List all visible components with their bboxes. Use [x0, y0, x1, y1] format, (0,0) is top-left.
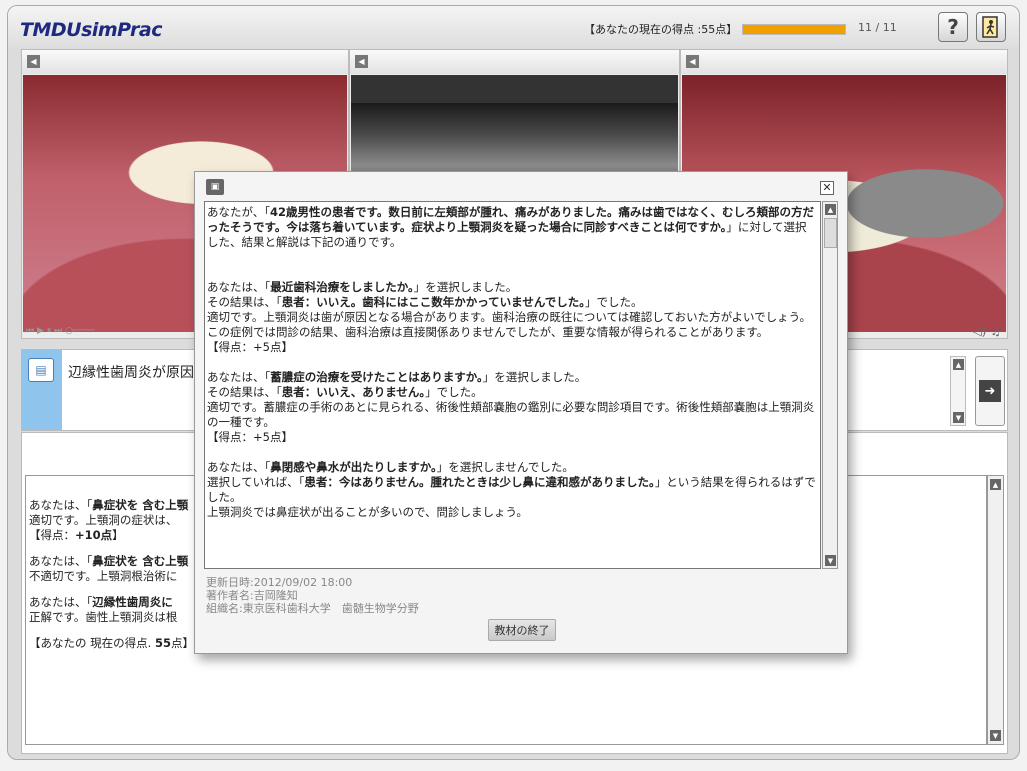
document-icon[interactable]: ▤ — [28, 358, 54, 382]
scroll-up-icon[interactable]: ▲ — [825, 204, 836, 215]
results-scrollbar[interactable]: ▲ ▼ — [987, 475, 1004, 745]
dialog-metadata: 更新日時:2012/09/02 18:00 著作者名:吉岡隆知 組織名:東京医科… — [206, 576, 419, 615]
feedback-dialog: ▣ ✕ あなたが、「42歳男性の患者です。数日前に左頬部が腫れ、痛みがありました… — [194, 171, 848, 654]
question-text: 辺縁性歯周炎が原因 — [68, 365, 194, 381]
dialog-window-icon: ▣ — [206, 179, 224, 195]
dialog-content: あなたが、「42歳男性の患者です。数日前に左頬部が腫れ、痛みがありました。痛みは… — [204, 201, 821, 569]
scroll-up-icon[interactable]: ▲ — [990, 479, 1001, 490]
dialog-item: あなたは、「蓄膿症の治療を受けたことはありますか。」を選択しました。 その結果は… — [207, 370, 815, 444]
question-icon-column: ▤ — [22, 350, 62, 430]
progress-count: 11 / 11 — [858, 21, 897, 34]
meta-author: 著作者名:吉岡隆知 — [206, 589, 298, 602]
collapse-icon[interactable]: ◀ — [355, 55, 368, 68]
close-icon[interactable]: ✕ — [820, 181, 834, 195]
scroll-down-icon[interactable]: ▼ — [953, 412, 964, 423]
panel-toolbar: ◀ — [22, 50, 348, 74]
app-window: TMDUsimPrac 【あなたの現在の得点 :55点】 11 / 11 ? ◀… — [7, 5, 1020, 760]
exit-door-icon — [982, 16, 998, 38]
dialog-text: あなたが、「42歳男性の患者です。数日前に左頬部が腫れ、痛みがありました。痛みは… — [207, 205, 817, 535]
panel-toolbar: ◀ — [350, 50, 679, 74]
panel-toolbar: ◀ — [681, 50, 1007, 74]
question-scrollbar[interactable]: ▲ ▼ — [950, 356, 966, 426]
header-bar: TMDUsimPrac 【あなたの現在の得点 :55点】 11 / 11 ? — [8, 6, 1019, 48]
volume-icon[interactable]: ◁) ♫ — [973, 324, 1001, 338]
dialog-item: あなたは、「鼻閉感や鼻水が出たりしますか。」を選択しませんでした。 選択していれ… — [207, 460, 816, 519]
score-label: 【あなたの現在の得点 :55点】 — [584, 23, 738, 36]
collapse-icon[interactable]: ◀ — [27, 55, 40, 68]
exit-button[interactable] — [976, 12, 1006, 42]
next-button[interactable]: ➜ — [975, 356, 1005, 426]
collapse-icon[interactable]: ◀ — [686, 55, 699, 68]
meta-organization: 組織名:東京医科歯科大学 歯髄生物学分野 — [206, 602, 419, 615]
meta-updated: 更新日時:2012/09/02 18:00 — [206, 576, 353, 589]
scroll-thumb[interactable] — [824, 218, 837, 248]
media-controls[interactable]: ⏮ ▶ ⏸ ⏭ ○──── — [26, 326, 95, 336]
dialog-scrollbar[interactable]: ▲ ▼ — [822, 201, 838, 569]
dialog-intro: あなたが、「42歳男性の患者です。数日前に左頬部が腫れ、痛みがありました。痛みは… — [207, 205, 814, 249]
progress-bar — [742, 24, 846, 35]
app-logo: TMDUsimPrac — [20, 19, 162, 41]
end-material-button[interactable]: 教材の終了 — [488, 619, 556, 641]
help-icon: ? — [947, 15, 959, 39]
scroll-up-icon[interactable]: ▲ — [953, 359, 964, 370]
scroll-down-icon[interactable]: ▼ — [990, 730, 1001, 741]
arrow-right-icon: ➜ — [979, 380, 1001, 402]
scroll-down-icon[interactable]: ▼ — [825, 555, 836, 566]
help-button[interactable]: ? — [938, 12, 968, 42]
dialog-item: あなたは、「最近歯科治療をしましたか。」を選択しました。 その結果は、「患者：い… — [207, 280, 811, 354]
progress-fill — [743, 25, 845, 34]
